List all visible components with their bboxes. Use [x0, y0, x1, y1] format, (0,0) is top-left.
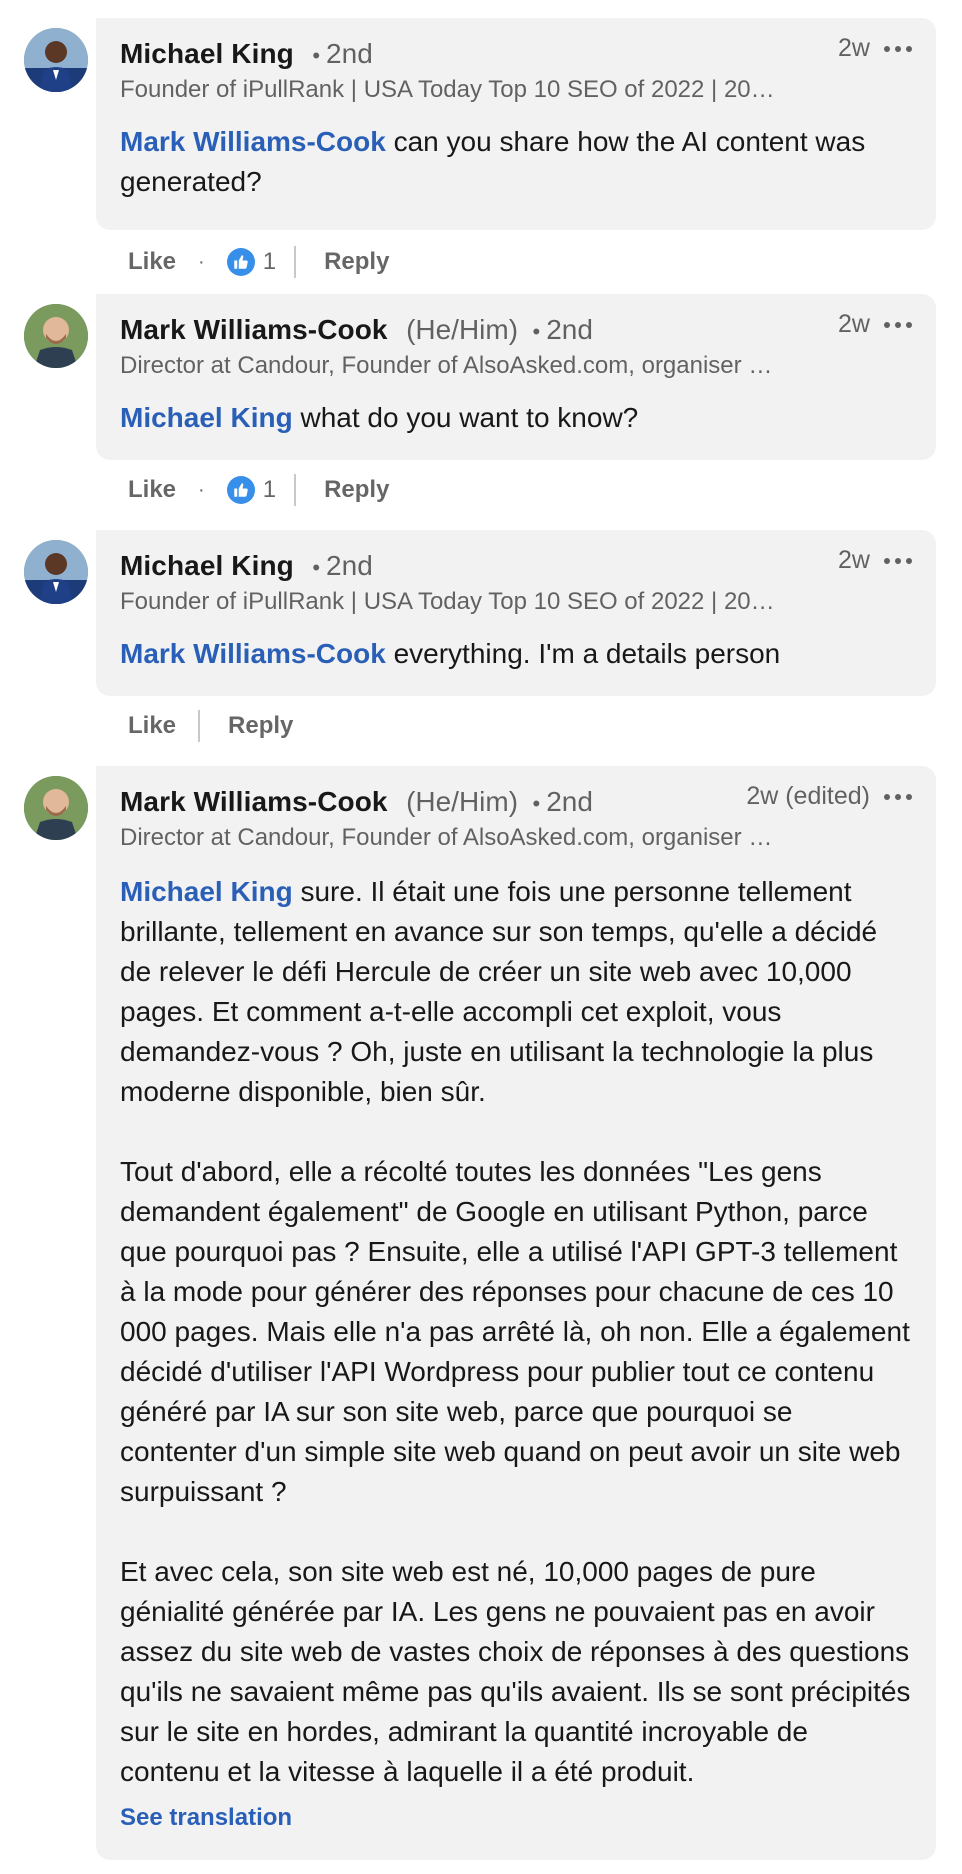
comment-actions: Like · 1 Reply — [128, 242, 389, 282]
author-name[interactable]: Michael King — [120, 550, 294, 581]
like-button[interactable]: Like — [128, 712, 176, 740]
comment-bubble: Mark Williams-Cook (He/Him) • 2nd 2w (edi… — [96, 766, 936, 1860]
comment-header: Mark Williams-Cook (He/Him) • 2nd 2w — [120, 310, 912, 346]
avatar-mark-williams-cook[interactable] — [24, 776, 88, 840]
timestamp: 2w — [838, 34, 870, 62]
author-headline: Founder of iPullRank | USA Today Top 10 … — [120, 76, 775, 103]
divider — [294, 246, 297, 278]
comment-meta: 2w — [838, 310, 912, 339]
reply-button[interactable]: Reply — [324, 476, 389, 504]
connection-degree: • 2nd — [532, 314, 593, 345]
connection-degree: • 2nd — [312, 550, 373, 581]
comment-bubble: Michael King • 2nd 2w Founder of iPullRan… — [96, 18, 936, 230]
reply-button[interactable]: Reply — [324, 248, 389, 276]
more-options-icon[interactable] — [884, 793, 912, 800]
reaction-number: 1 — [262, 248, 277, 275]
degree-label: 2nd — [546, 314, 593, 345]
reaction-number: 1 — [262, 476, 277, 503]
author-headline: Director at Candour, Founder of AlsoAske… — [120, 824, 773, 851]
reply-button[interactable]: Reply — [228, 712, 293, 740]
thumbs-up-icon — [226, 248, 255, 276]
comment-meta: 2w — [838, 546, 912, 575]
divider — [198, 710, 201, 742]
see-translation-link[interactable]: See translation — [120, 1804, 912, 1832]
connection-degree: • 2nd — [532, 786, 593, 817]
like-button[interactable]: Like — [128, 476, 176, 504]
like-button[interactable]: Like — [128, 248, 176, 276]
mention-link[interactable]: Mark Williams-Cook — [120, 126, 386, 157]
comment-text: Mark Williams-Cook everything. I'm a det… — [120, 634, 912, 674]
comment-meta: 2w — [838, 34, 912, 63]
author-headline: Director at Candour, Founder of AlsoAske… — [120, 352, 773, 379]
avatar-michael-king[interactable] — [24, 540, 88, 604]
comment-actions: Like Reply — [128, 706, 293, 746]
connection-degree: • 2nd — [312, 38, 373, 69]
comment-body: sure. Il était une fois une personne tel… — [120, 876, 911, 1787]
mention-link[interactable]: Michael King — [120, 402, 293, 433]
comment-bubble: Michael King • 2nd 2w Founder of iPullRan… — [96, 530, 936, 696]
degree-label: 2nd — [326, 38, 373, 69]
author-pronouns: (He/Him) — [406, 786, 519, 817]
comment-text: Michael King what do you want to know? — [120, 398, 912, 438]
comment-actions: Like · 1 Reply — [128, 470, 389, 510]
comment-body: what do you want to know? — [292, 402, 639, 433]
separator-dot: · — [198, 250, 205, 273]
reaction-count[interactable]: 1 — [226, 248, 277, 276]
timestamp: 2w — [838, 546, 870, 574]
comment-meta: 2w (edited) — [746, 782, 912, 811]
timestamp: 2w — [838, 310, 870, 338]
degree-label: 2nd — [546, 786, 593, 817]
mention-link[interactable]: Michael King — [120, 876, 293, 907]
reaction-count[interactable]: 1 — [226, 476, 277, 504]
comment-bubble: Mark Williams-Cook (He/Him) • 2nd 2w Dire… — [96, 294, 936, 460]
avatar-mark-williams-cook[interactable] — [24, 304, 88, 368]
author-name[interactable]: Michael King — [120, 38, 294, 69]
comment-header: Mark Williams-Cook (He/Him) • 2nd 2w (edi… — [120, 782, 912, 818]
more-options-icon[interactable] — [884, 45, 912, 52]
author-name[interactable]: Mark Williams-Cook — [120, 314, 388, 345]
comment-header: Michael King • 2nd 2w — [120, 34, 912, 70]
avatar-michael-king[interactable] — [24, 28, 88, 92]
thumbs-up-icon — [226, 476, 255, 504]
degree-label: 2nd — [326, 550, 373, 581]
author-headline: Founder of iPullRank | USA Today Top 10 … — [120, 588, 775, 615]
more-options-icon[interactable] — [884, 557, 912, 564]
author-pronouns: (He/Him) — [406, 314, 519, 345]
mention-link[interactable]: Mark Williams-Cook — [120, 638, 386, 669]
separator-dot: · — [198, 478, 205, 501]
author-name[interactable]: Mark Williams-Cook — [120, 786, 388, 817]
comment-header: Michael King • 2nd 2w — [120, 546, 912, 582]
comment-text: Michael King sure. Il était une fois une… — [120, 872, 912, 1792]
comment-body: everything. I'm a details person — [385, 638, 781, 669]
more-options-icon[interactable] — [884, 321, 912, 328]
divider — [294, 474, 297, 506]
timestamp: 2w (edited) — [746, 782, 870, 810]
comment-text: Mark Williams-Cook can you share how the… — [120, 122, 912, 202]
